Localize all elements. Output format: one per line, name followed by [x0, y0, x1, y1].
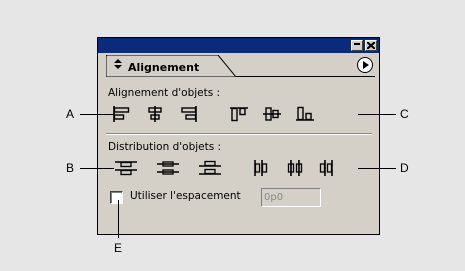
tab-baseline [236, 76, 375, 77]
callout-e-line [118, 200, 119, 238]
minimize-icon[interactable] [351, 40, 363, 51]
callout-d: D [400, 161, 409, 175]
callout-c-line [358, 114, 396, 115]
align-bottom-edges-icon[interactable] [294, 105, 316, 123]
align-section-title: Alignement d'objets : [108, 87, 221, 99]
callout-c: C [400, 107, 409, 121]
align-top-edges-icon[interactable] [228, 105, 250, 123]
use-spacing-checkbox[interactable] [110, 191, 123, 204]
align-vertical-centers-icon[interactable] [261, 105, 283, 123]
distribute-bottom-edges-icon[interactable] [198, 159, 221, 177]
align-right-edges-icon[interactable] [177, 105, 199, 123]
distribute-horizontal-centers-icon[interactable] [284, 159, 306, 177]
callout-e: E [114, 241, 123, 255]
spacing-input[interactable]: 0p0 [261, 188, 321, 207]
distribute-top-edges-icon[interactable] [114, 159, 137, 177]
panel-menu-arrow-icon[interactable] [357, 57, 373, 73]
title-bar[interactable] [98, 38, 379, 53]
distribute-section-title: Distribution d'objets : [108, 141, 222, 153]
figure: Alignement Alignement d'objets : Distrib… [0, 0, 465, 271]
align-left-edges-icon[interactable] [111, 105, 133, 123]
callout-a-line [80, 114, 114, 115]
callout-b: B [66, 161, 75, 175]
tab-alignement[interactable]: Alignement [128, 61, 199, 74]
callout-d-line [358, 168, 396, 169]
section-separator [106, 133, 372, 135]
use-spacing-label: Utiliser l'espacement [130, 190, 241, 202]
callout-b-line [80, 168, 114, 169]
tab-row: Alignement [98, 53, 379, 77]
tab-arrows-icon[interactable] [114, 59, 122, 69]
align-horizontal-centers-icon[interactable] [144, 105, 166, 123]
callout-a: A [66, 107, 75, 121]
align-panel: Alignement Alignement d'objets : Distrib… [97, 37, 380, 235]
distribute-left-edges-icon[interactable] [250, 159, 272, 177]
close-icon[interactable] [365, 40, 377, 51]
distribute-right-edges-icon[interactable] [316, 159, 338, 177]
distribute-vertical-centers-icon[interactable] [156, 159, 179, 177]
